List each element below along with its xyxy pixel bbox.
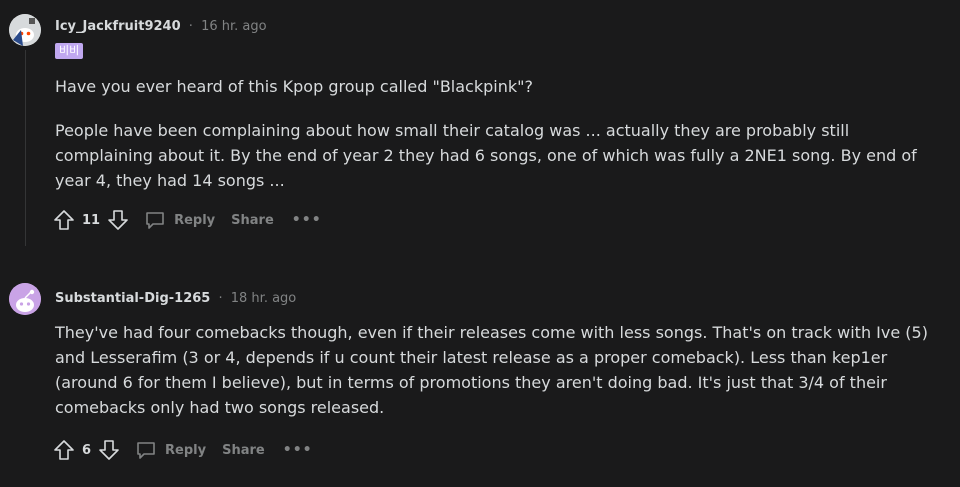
comment: Icy_Jackfruit9240 · 16 hr. ago 비비 Have y… [0,0,960,250]
share-button[interactable]: Share [222,443,265,458]
comment-actions: 6 Reply Share ••• [52,437,313,463]
comment-actions: 11 Reply Share ••• [52,207,322,233]
upvote-button[interactable] [52,438,76,462]
separator: · [188,19,193,34]
comment-meta: Substantial-Dig-1265 · 18 hr. ago [55,291,296,306]
speech-bubble-icon [137,442,155,459]
reply-label: Reply [165,442,207,458]
username[interactable]: Substantial-Dig-1265 [55,291,210,306]
reply-button[interactable]: Reply [135,439,206,461]
downvote-button[interactable] [106,208,130,232]
snoo-avatar-icon [9,283,41,315]
upvote-button[interactable] [52,208,76,232]
speech-bubble-icon [146,212,164,229]
share-button[interactable]: Share [231,213,274,228]
comment-thread: Icy_Jackfruit9240 · 16 hr. ago 비비 Have y… [0,0,960,487]
snoo-avatar-icon [9,14,41,46]
thread-line[interactable] [25,50,26,246]
downvote-button[interactable] [97,438,121,462]
user-flair: 비비 [55,43,84,59]
separator: · [218,291,223,306]
timestamp[interactable]: 16 hr. ago [201,19,267,34]
reply-button[interactable]: Reply [144,209,215,231]
downvote-arrow-icon [108,210,128,230]
downvote-arrow-icon [99,440,119,460]
upvote-arrow-icon [54,440,74,460]
upvote-arrow-icon [54,210,74,230]
comment-paragraph: Have you ever heard of this Kpop group c… [55,77,533,96]
comment-meta: Icy_Jackfruit9240 · 16 hr. ago [55,19,267,34]
comment-paragraph: They've had four comebacks though, even … [55,323,928,417]
comment: Substantial-Dig-1265 · 18 hr. ago They'v… [0,278,960,487]
username[interactable]: Icy_Jackfruit9240 [55,19,181,34]
vote-score: 6 [82,442,92,458]
more-options-button[interactable]: ••• [292,212,322,228]
comment-paragraph: People have been complaining about how s… [55,121,917,190]
more-options-button[interactable]: ••• [283,442,313,458]
avatar[interactable] [9,283,41,315]
reply-label: Reply [174,212,216,228]
timestamp[interactable]: 18 hr. ago [231,291,297,306]
vote-score: 11 [82,212,101,228]
avatar[interactable] [9,14,41,46]
